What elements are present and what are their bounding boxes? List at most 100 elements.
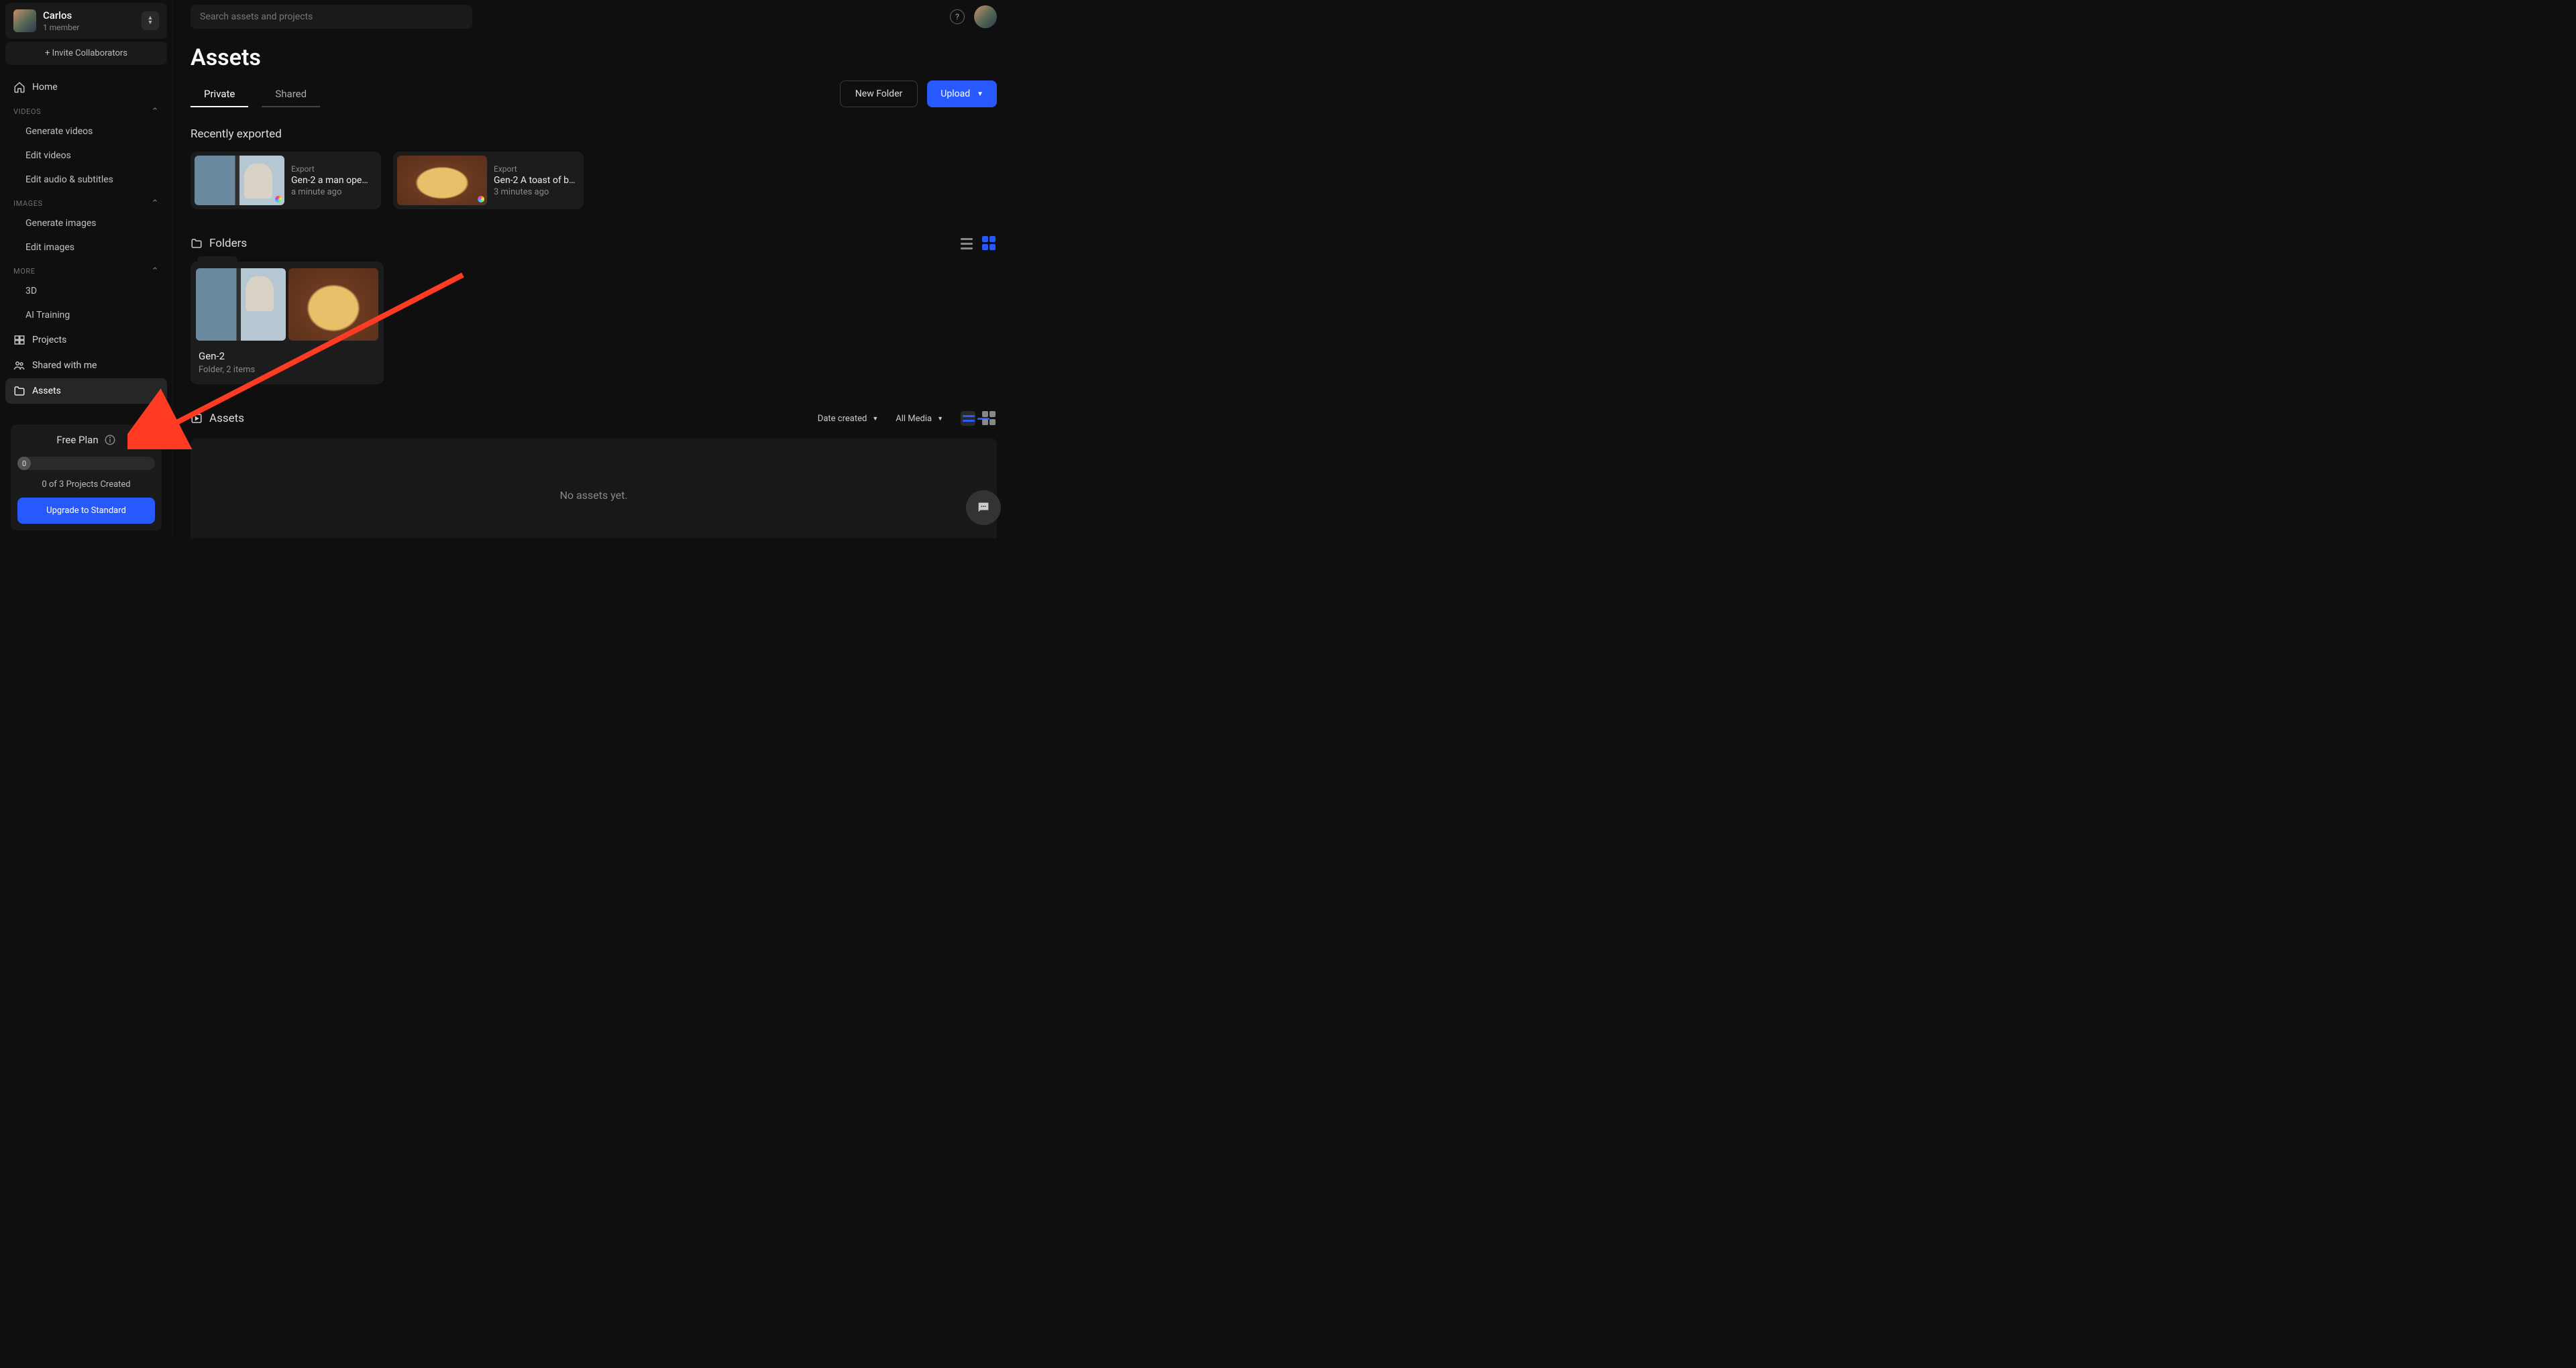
plan-title: Free Plan (56, 434, 98, 446)
section-header-images[interactable]: IMAGES ⌃ (5, 192, 167, 211)
export-tag: Export (291, 164, 373, 174)
export-card[interactable]: Export Gen-2 A toast of br… 3 minutes ag… (393, 152, 584, 209)
nav-projects-label: Projects (32, 335, 66, 345)
nav-3d-label: 3D (25, 286, 37, 296)
assets-section-title: Assets (209, 412, 244, 425)
tab-private[interactable]: Private (191, 81, 248, 107)
empty-state-text: No assets yet. (559, 489, 627, 502)
nav-ai-training[interactable]: AI Training (5, 303, 167, 327)
progress-value: 0 (22, 459, 26, 468)
chevron-up-icon: ⌃ (152, 198, 160, 209)
workspace-name: Carlos (43, 9, 142, 21)
nav-generate-images-label: Generate images (25, 218, 97, 229)
plan-box: Free Plan 0 0 of 3 Projects Created Upgr… (11, 424, 162, 530)
plan-title-row: Free Plan (17, 434, 155, 446)
recently-exported-row: Export Gen-2 a man opens… a minute ago E… (191, 152, 997, 209)
tabs-row: Private Shared New Folder Upload ▼ (191, 80, 997, 107)
export-tag: Export (494, 164, 576, 174)
folders-view-toggles (961, 236, 997, 251)
upgrade-button[interactable]: Upgrade to Standard (17, 498, 155, 524)
sidebar: Carlos 1 member ▲▼ + Invite Collaborator… (0, 0, 173, 538)
nav-home[interactable]: Home (5, 74, 167, 100)
filter-dropdown[interactable]: All Media ▼ (896, 414, 943, 424)
new-folder-button[interactable]: New Folder (840, 80, 918, 107)
nav-edit-videos[interactable]: Edit videos (5, 144, 167, 168)
nav-generate-images[interactable]: Generate images (5, 211, 167, 235)
search-placeholder: Search assets and projects (200, 11, 313, 22)
nav-generate-videos-label: Generate videos (25, 126, 93, 137)
folder-thumbnails (196, 268, 378, 341)
filter-label: All Media (896, 414, 932, 424)
nav-generate-videos[interactable]: Generate videos (5, 119, 167, 144)
nav-edit-images-label: Edit images (25, 242, 74, 253)
assets-list-header: Assets Date created ▼ All Media ▼ (191, 411, 997, 426)
folder-thumb (288, 268, 378, 341)
list-view-icon[interactable] (961, 411, 975, 426)
page-title: Assets (191, 44, 997, 71)
folder-card[interactable]: Gen-2 Folder, 2 items (191, 262, 384, 384)
recently-exported-title: Recently exported (191, 127, 997, 141)
nav-assets[interactable]: Assets (5, 378, 167, 404)
nav-edit-audio[interactable]: Edit audio & subtitles (5, 168, 167, 192)
nav-edit-videos-label: Edit videos (25, 150, 71, 161)
tab-private-label: Private (204, 88, 235, 100)
export-name: Gen-2 A toast of br… (494, 175, 576, 186)
chat-fab[interactable] (966, 490, 1001, 525)
section-header-videos[interactable]: VIDEOS ⌃ (5, 100, 167, 119)
upload-button[interactable]: Upload ▼ (927, 80, 997, 107)
top-bar: Search assets and projects ? (191, 0, 997, 34)
top-right: ? (950, 5, 997, 28)
folders-row: Gen-2 Folder, 2 items (191, 262, 997, 384)
nav-3d[interactable]: 3D (5, 279, 167, 303)
people-icon (13, 359, 25, 372)
upgrade-label: Upgrade to Standard (46, 506, 126, 516)
sort-dropdown[interactable]: Date created ▼ (818, 414, 878, 424)
folders-title: Folders (209, 237, 247, 250)
chevron-down-icon: ▼ (937, 415, 943, 422)
export-meta: Export Gen-2 A toast of br… 3 minutes ag… (494, 164, 580, 197)
search-input[interactable]: Search assets and projects (191, 5, 472, 29)
folder-tab-shape (197, 256, 237, 266)
assets-list-empty: No assets yet. (191, 438, 997, 538)
nav-shared-with-me[interactable]: Shared with me (5, 353, 167, 378)
grid-view-icon[interactable] (982, 411, 997, 426)
nav-edit-audio-label: Edit audio & subtitles (25, 174, 113, 185)
export-time: a minute ago (291, 187, 373, 197)
user-avatar[interactable] (974, 5, 997, 28)
export-thumbnail (397, 156, 487, 205)
list-view-icon[interactable] (961, 236, 975, 251)
folder-icon (191, 237, 203, 249)
play-icon (191, 412, 203, 424)
tab-actions: New Folder Upload ▼ (840, 80, 997, 107)
color-dot-icon (275, 196, 282, 203)
chevron-up-icon: ⌃ (152, 266, 160, 276)
help-icon[interactable]: ? (950, 9, 965, 24)
nav-ai-training-label: AI Training (25, 310, 70, 321)
main-content: Search assets and projects ? Assets Priv… (173, 0, 1014, 538)
workspace-switcher[interactable]: Carlos 1 member ▲▼ (5, 3, 167, 39)
tab-shared[interactable]: Shared (262, 81, 320, 107)
grid-view-icon[interactable] (982, 236, 997, 251)
section-header-more[interactable]: MORE ⌃ (5, 260, 167, 279)
nav-projects[interactable]: Projects (5, 327, 167, 353)
more-header-label: MORE (13, 267, 36, 276)
workspace-updown-icon[interactable]: ▲▼ (142, 11, 159, 30)
home-icon (13, 81, 25, 93)
export-card[interactable]: Export Gen-2 a man opens… a minute ago (191, 152, 381, 209)
assets-view-toggles (961, 411, 997, 426)
nav-edit-images[interactable]: Edit images (5, 235, 167, 260)
images-header-label: IMAGES (13, 199, 43, 208)
progress-knob: 0 (17, 457, 31, 470)
info-icon[interactable] (104, 434, 116, 446)
workspace-info: Carlos 1 member (43, 9, 142, 32)
progress-text: 0 of 3 Projects Created (17, 479, 155, 490)
nav-shared-label: Shared with me (32, 360, 97, 371)
invite-collaborators-button[interactable]: + Invite Collaborators (5, 42, 167, 65)
invite-label: + Invite Collaborators (45, 48, 127, 58)
folder-name: Gen-2 (196, 350, 378, 362)
folder-icon (13, 385, 25, 397)
color-dot-icon (478, 196, 484, 203)
export-time: 3 minutes ago (494, 187, 576, 197)
sort-label: Date created (818, 414, 867, 424)
new-folder-label: New Folder (855, 89, 902, 99)
